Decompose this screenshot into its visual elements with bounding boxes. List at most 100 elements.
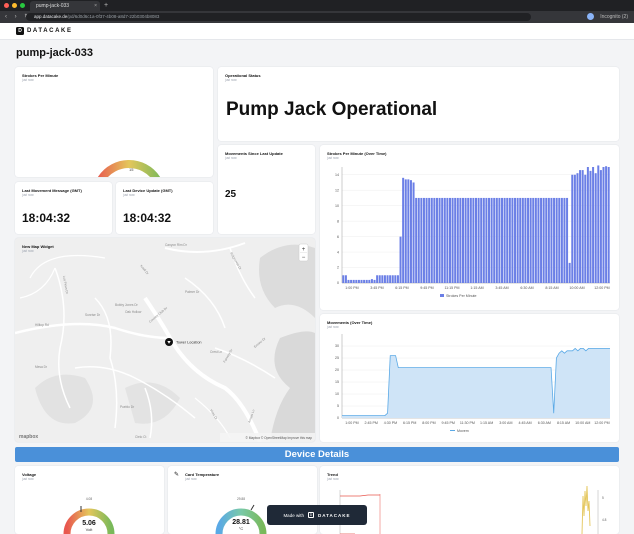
bar[interactable] [350,279,353,283]
bar[interactable] [589,170,592,283]
window-controls[interactable] [4,3,25,8]
close-tab-icon[interactable]: × [94,1,97,11]
bar[interactable] [407,179,410,283]
bar[interactable] [550,197,553,283]
bar[interactable] [602,167,605,283]
bar[interactable] [524,197,527,283]
bar[interactable] [383,275,386,283]
close-window-icon[interactable] [4,3,9,8]
bar[interactable] [586,167,589,283]
bar[interactable] [472,197,475,283]
bar[interactable] [464,197,467,283]
bar[interactable] [516,197,519,283]
bar[interactable] [576,173,579,283]
bar[interactable] [560,197,563,283]
bar[interactable] [529,197,532,283]
bar[interactable] [448,197,451,283]
bar[interactable] [599,170,602,283]
spm-chart-svg[interactable]: 0 2 4 6 8 10 12 14 1:00 PM 3:45 PM 6:15 PM 9:45 PM 1… [320,145,619,310]
legend-label[interactable]: Movem [457,429,469,433]
bar[interactable] [412,182,415,283]
bar[interactable] [480,197,483,283]
bar[interactable] [521,197,524,283]
bar[interactable] [469,197,472,283]
bar[interactable] [573,174,576,283]
bar[interactable] [558,197,561,283]
bar[interactable] [563,197,566,283]
bar[interactable] [488,197,491,283]
bar[interactable] [422,197,425,283]
bar[interactable] [389,275,392,283]
bar[interactable] [402,177,405,283]
bar[interactable] [490,197,493,283]
bar[interactable] [474,197,478,283]
bar[interactable] [360,279,363,283]
bar[interactable] [435,197,438,283]
maximize-window-icon[interactable] [20,3,25,8]
bar[interactable] [537,197,540,283]
bar[interactable] [607,167,610,283]
bar[interactable] [542,197,545,283]
bar[interactable] [568,262,571,283]
new-tab-button[interactable]: + [104,0,108,11]
bar[interactable] [459,197,462,283]
bar[interactable] [534,197,537,283]
bar[interactable] [342,275,345,283]
mapbox-logo-icon[interactable]: mapbox [19,434,38,440]
bar[interactable] [498,197,501,283]
bar[interactable] [378,275,381,283]
bar[interactable] [493,197,496,283]
address-bar[interactable]: app.datacake.de/pd/6d0d6c1a-0f37-4b08-a8… [26,13,531,21]
bar[interactable] [454,197,457,283]
bar[interactable] [438,197,441,283]
bar[interactable] [477,197,480,283]
zoom-in-button[interactable]: + [302,247,306,253]
bar[interactable] [415,197,418,283]
made-with-badge[interactable]: Made with D DATACAKE [267,505,367,525]
bar[interactable] [511,197,514,283]
bar[interactable] [363,279,366,283]
bar[interactable] [545,197,548,283]
bar[interactable] [514,197,517,283]
bar[interactable] [461,197,464,283]
bar[interactable] [597,165,600,283]
bar[interactable] [547,197,550,283]
bar[interactable] [527,197,530,283]
bar[interactable] [420,197,423,283]
bar[interactable] [451,197,454,283]
bar[interactable] [571,174,574,283]
bar[interactable] [347,279,350,283]
bar[interactable] [430,197,433,283]
bar[interactable] [508,197,511,283]
bar[interactable] [519,197,522,283]
map-canvas[interactable]: Canyon Rim Dr Bobby Jones Dr Oak Hollow … [15,238,315,442]
bar[interactable] [501,197,504,283]
bar[interactable] [404,179,407,283]
bar[interactable] [495,197,498,283]
bar[interactable] [433,197,436,283]
bar[interactable] [344,275,347,283]
bar[interactable] [566,197,569,283]
bar[interactable] [467,197,470,283]
bar[interactable] [503,197,506,283]
bar[interactable] [581,170,584,283]
bar[interactable] [355,279,358,283]
bar[interactable] [506,197,509,283]
map-widget[interactable]: Canyon Rim Dr Bobby Jones Dr Oak Hollow … [15,238,315,442]
bar[interactable] [482,197,485,283]
legend-label[interactable]: Strokes Per Minute [446,294,477,298]
bar[interactable] [605,166,608,283]
bar[interactable] [409,180,412,283]
bar[interactable] [376,275,379,283]
bar[interactable] [368,279,371,283]
bar[interactable] [370,279,373,283]
browser-profile[interactable]: Incognito (2) [587,13,628,20]
map-attribution[interactable]: © Mapbox © OpenStreetMap Improve this ma… [245,436,312,440]
zoom-out-button[interactable]: − [302,255,306,261]
bar[interactable] [391,275,394,283]
bar[interactable] [365,279,368,283]
bar[interactable] [592,167,595,283]
movements-chart-svg[interactable]: 0 5 10 15 20 25 30 1:00 PM 2:45 PM 4:30 PM 6:15 PM… [320,314,619,442]
bar[interactable] [441,197,444,283]
bar[interactable] [381,275,384,283]
